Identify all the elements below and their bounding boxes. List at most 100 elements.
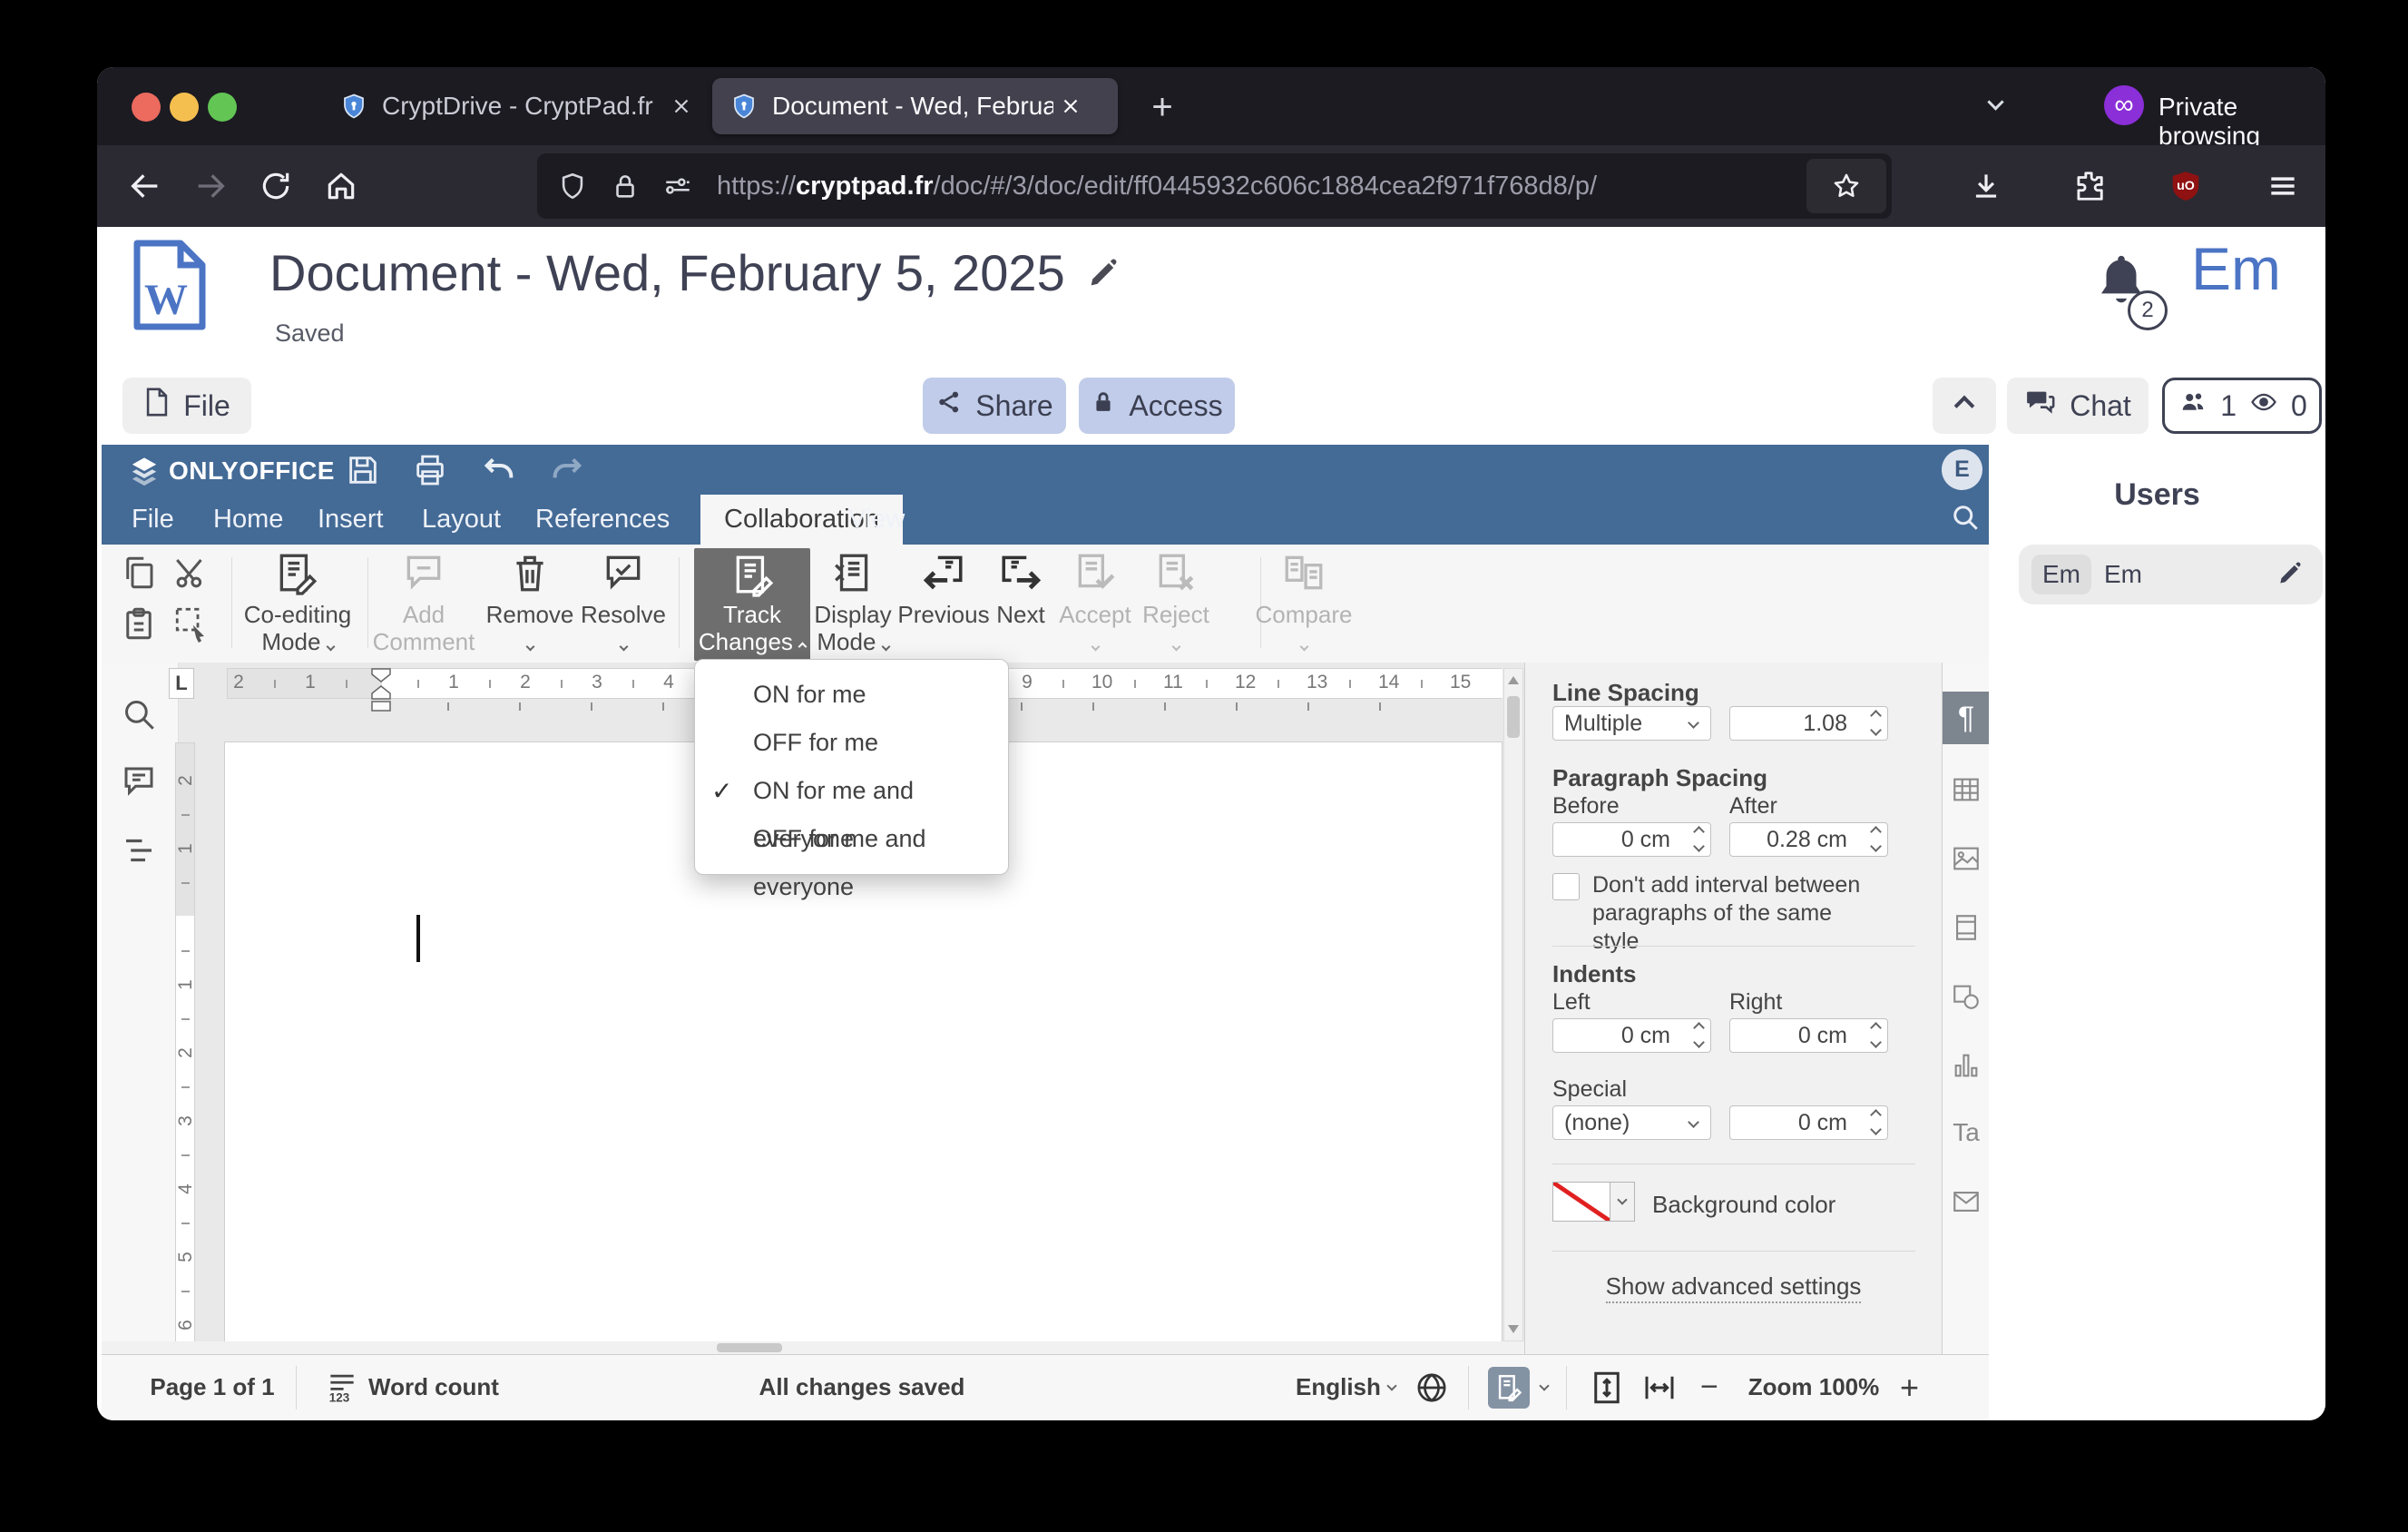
- remove-comment-icon[interactable]: [507, 550, 553, 595]
- user-list-item[interactable]: Em Em: [2019, 545, 2323, 604]
- scroll-up-arrow-icon[interactable]: [1508, 676, 1519, 684]
- share-button[interactable]: Share: [923, 378, 1066, 434]
- collapse-toolbar-button[interactable]: [1933, 378, 1996, 434]
- textart-settings-tab[interactable]: Ta: [1950, 1116, 1982, 1149]
- forward-button[interactable]: [186, 162, 235, 211]
- scrollbar-thumb[interactable]: [1507, 696, 1520, 738]
- spellcheck-globe-icon[interactable]: [1414, 1370, 1450, 1412]
- close-tab-icon[interactable]: [670, 94, 693, 118]
- spinner-arrows[interactable]: [1693, 826, 1705, 852]
- indent-left-input[interactable]: 0 cm: [1552, 1018, 1711, 1053]
- menu-item-off-for-me[interactable]: OFF for me: [695, 719, 1008, 767]
- print-icon[interactable]: [412, 452, 448, 488]
- tab-cryptdrive[interactable]: CryptDrive - CryptPad.fr: [322, 78, 703, 134]
- chat-button[interactable]: Chat: [2007, 378, 2149, 434]
- menu-references[interactable]: References: [535, 495, 670, 545]
- table-settings-tab[interactable]: [1950, 773, 1982, 806]
- lock-icon[interactable]: [610, 171, 641, 201]
- navigation-panel-icon[interactable]: [120, 831, 158, 869]
- image-settings-tab[interactable]: [1950, 842, 1982, 875]
- zoom-window-button[interactable]: [208, 93, 237, 122]
- show-advanced-settings-link[interactable]: Show advanced settings: [1605, 1272, 1862, 1303]
- ublock-origin-icon[interactable]: uO: [2161, 162, 2210, 211]
- chevron-down-icon[interactable]: [1386, 1380, 1397, 1391]
- spinner-arrows[interactable]: [1693, 1022, 1705, 1048]
- shape-settings-tab[interactable]: [1950, 980, 1982, 1013]
- horizontal-scrollbar[interactable]: [102, 1341, 1524, 1354]
- minimize-window-button[interactable]: [170, 93, 199, 122]
- language-selector[interactable]: English: [1296, 1355, 1381, 1419]
- tab-stop-selector[interactable]: L: [169, 668, 194, 699]
- file-button[interactable]: File: [122, 378, 251, 434]
- next-change-icon[interactable]: [998, 550, 1043, 595]
- select-all-icon[interactable]: [172, 604, 210, 643]
- special-value-input[interactable]: 0 cm: [1729, 1105, 1888, 1140]
- redo-icon[interactable]: [549, 452, 585, 488]
- line-spacing-select[interactable]: Multiple: [1552, 706, 1711, 741]
- menu-layout[interactable]: Layout: [422, 495, 501, 545]
- copy-icon[interactable]: [120, 554, 158, 592]
- back-button[interactable]: [121, 162, 170, 211]
- cut-scissors-icon[interactable]: [172, 554, 210, 592]
- resolve-button[interactable]: Resolve: [551, 601, 696, 655]
- document-title[interactable]: Document - Wed, February 5, 2025: [269, 243, 1065, 302]
- downloads-icon[interactable]: [1962, 162, 2011, 211]
- paragraph-settings-tab[interactable]: ¶: [1943, 692, 1990, 744]
- background-color-swatch[interactable]: [1552, 1182, 1610, 1222]
- tab-document[interactable]: Document - Wed, February 5, 2: [712, 78, 1118, 134]
- extensions-puzzle-icon[interactable]: [2064, 162, 2113, 211]
- close-window-button[interactable]: [132, 93, 161, 122]
- tracking-shield-icon[interactable]: [557, 171, 588, 201]
- spinner-arrows[interactable]: [1870, 1109, 1882, 1135]
- url-bar[interactable]: https://cryptpad.fr/doc/#/3/doc/edit/ff0…: [537, 153, 1892, 219]
- menu-item-on-for-me[interactable]: ON for me: [695, 671, 1008, 719]
- list-tabs-chevron-icon[interactable]: [1987, 93, 2004, 111]
- coediting-mode-icon[interactable]: [274, 550, 319, 595]
- page-indicator[interactable]: Page 1 of 1: [129, 1355, 296, 1419]
- background-color-dropdown[interactable]: [1610, 1182, 1635, 1222]
- home-button[interactable]: [317, 162, 366, 211]
- chart-settings-tab[interactable]: [1950, 1049, 1982, 1082]
- comments-panel-icon[interactable]: [120, 762, 158, 800]
- menu-home[interactable]: Home: [213, 495, 283, 545]
- paste-icon[interactable]: [120, 604, 158, 643]
- menu-file[interactable]: File: [132, 495, 174, 545]
- reload-button[interactable]: [251, 162, 300, 211]
- find-magnifier-icon[interactable]: [120, 695, 158, 733]
- spinner-arrows[interactable]: [1870, 826, 1882, 852]
- word-count-button[interactable]: Word count: [368, 1355, 499, 1419]
- access-button[interactable]: Access: [1079, 378, 1235, 434]
- interval-checkbox[interactable]: [1552, 873, 1580, 900]
- previous-change-icon[interactable]: [921, 550, 966, 595]
- special-select[interactable]: (none): [1552, 1105, 1711, 1140]
- indent-markers[interactable]: [369, 663, 393, 720]
- zoom-out-button[interactable]: −: [1700, 1355, 1718, 1419]
- editor-user-avatar[interactable]: E: [1942, 449, 1982, 490]
- fit-width-icon[interactable]: [1640, 1369, 1679, 1413]
- menu-hamburger-icon[interactable]: [2258, 162, 2307, 211]
- rename-pencil-icon[interactable]: [1085, 243, 1121, 302]
- permissions-icon[interactable]: [662, 171, 693, 201]
- presence-counts[interactable]: 1 0: [2162, 378, 2322, 434]
- zoom-in-button[interactable]: +: [1900, 1355, 1919, 1419]
- v-ruler[interactable]: 2 1 1 2 3 4 5 6: [175, 742, 196, 1342]
- close-tab-icon[interactable]: [1059, 94, 1082, 118]
- undo-icon[interactable]: [481, 452, 517, 488]
- spinner-arrows[interactable]: [1870, 1022, 1882, 1048]
- search-icon[interactable]: [1949, 501, 1982, 534]
- track-changes-status-icon[interactable]: [1488, 1367, 1530, 1409]
- header-footer-settings-tab[interactable]: [1950, 911, 1982, 944]
- mail-merge-tab[interactable]: [1950, 1185, 1982, 1218]
- spacing-after-input[interactable]: 0.28 cm: [1729, 822, 1888, 857]
- scroll-down-arrow-icon[interactable]: [1508, 1325, 1519, 1333]
- display-mode-icon[interactable]: [830, 550, 876, 595]
- coediting-mode-button[interactable]: Co-editing Mode: [225, 601, 370, 655]
- scrollbar-thumb[interactable]: [717, 1343, 782, 1352]
- spinner-arrows[interactable]: [1870, 710, 1882, 736]
- menu-insert[interactable]: Insert: [318, 495, 384, 545]
- line-spacing-value-input[interactable]: 1.08: [1729, 706, 1888, 741]
- new-tab-button[interactable]: +: [1142, 87, 1182, 127]
- user-avatar-initials[interactable]: Em: [2191, 234, 2281, 303]
- bookmark-star-icon[interactable]: [1806, 159, 1886, 213]
- chevron-down-icon[interactable]: [1539, 1380, 1550, 1391]
